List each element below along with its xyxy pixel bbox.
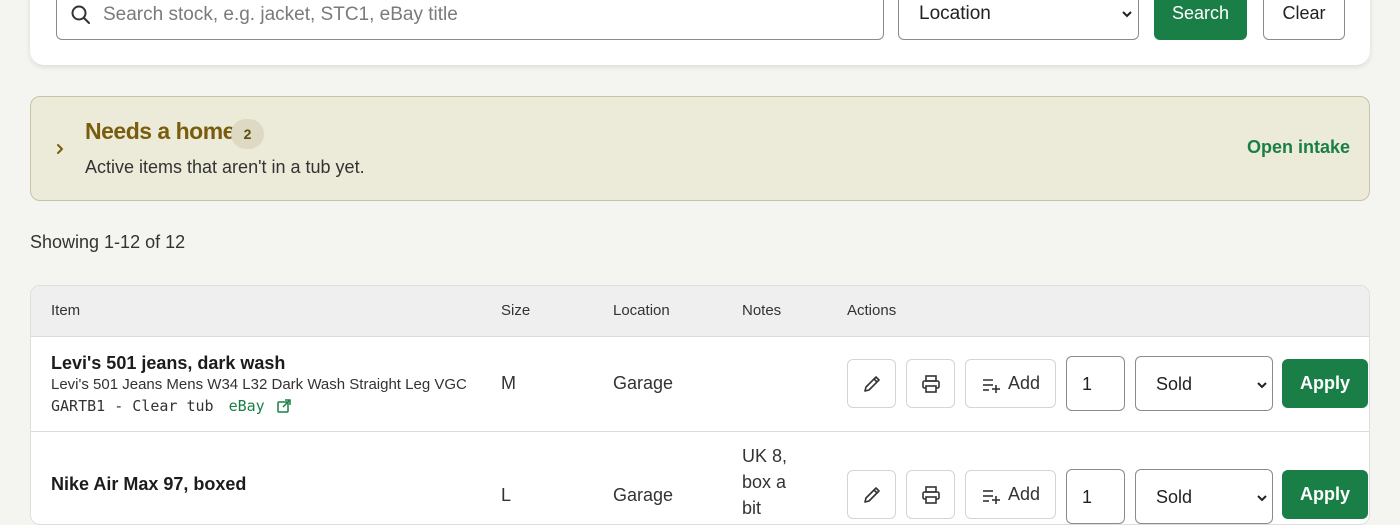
- search-icon: [71, 5, 90, 24]
- print-button[interactable]: [906, 359, 955, 408]
- table-row: Levi's 501 jeans, dark wash Levi's 501 J…: [31, 336, 1369, 432]
- add-to-list-button[interactable]: Add: [965, 359, 1056, 408]
- add-label: Add: [1008, 484, 1041, 504]
- chevron-down-icon: [1257, 382, 1267, 389]
- add-label: Add: [1008, 373, 1041, 393]
- item-title[interactable]: Levi's 501 jeans, dark wash: [51, 353, 285, 374]
- printer-icon: [921, 485, 940, 504]
- item-size: M: [501, 373, 516, 393]
- playlist-add-icon: [983, 490, 1000, 504]
- external-link-icon[interactable]: [277, 399, 291, 413]
- header-notes: Notes: [742, 302, 782, 319]
- edit-button[interactable]: [847, 359, 896, 408]
- quantity-value: 1: [1082, 374, 1093, 394]
- chevron-right-icon[interactable]: [53, 142, 67, 156]
- header-actions: Actions: [847, 302, 897, 319]
- item-title[interactable]: Nike Air Max 97, boxed: [51, 474, 246, 495]
- edit-button[interactable]: [847, 470, 896, 519]
- open-intake-link[interactable]: Open intake: [1247, 137, 1350, 158]
- ebay-link[interactable]: eBay: [229, 397, 265, 415]
- apply-button[interactable]: Apply: [1282, 470, 1368, 519]
- search-input-wrapper[interactable]: [56, 0, 884, 40]
- chevron-down-icon: [1122, 11, 1132, 18]
- location-select-value: Location: [919, 3, 991, 24]
- header-item: Item: [51, 302, 81, 319]
- header-location: Location: [613, 302, 670, 319]
- stock-table: Item Size Location Notes Actions Levi's …: [30, 285, 1370, 525]
- needs-home-panel: Needs a home 2 Active items that aren't …: [30, 96, 1370, 201]
- print-button[interactable]: [906, 470, 955, 519]
- status-value: Sold: [1156, 374, 1193, 394]
- chevron-down-icon: [1257, 495, 1267, 502]
- playlist-add-icon: [983, 379, 1000, 393]
- header-size: Size: [501, 302, 531, 319]
- status-select[interactable]: Sold: [1135, 356, 1273, 411]
- item-notes: UK 8, box a bit: [742, 446, 788, 518]
- quantity-input[interactable]: 1: [1066, 356, 1125, 411]
- search-button[interactable]: Search: [1154, 0, 1247, 40]
- quantity-value: 1: [1082, 487, 1093, 507]
- item-location-code: GARTB1 - Clear tub: [51, 397, 214, 415]
- item-location: Garage: [613, 373, 674, 393]
- results-count: Showing 1-12 of 12: [30, 232, 186, 252]
- item-ebay-title: Levi's 501 Jeans Mens W34 L32 Dark Wash …: [51, 376, 467, 393]
- needs-home-count-badge: 2: [231, 119, 264, 149]
- quantity-input[interactable]: 1: [1066, 469, 1125, 524]
- add-to-list-button[interactable]: Add: [965, 470, 1056, 519]
- apply-button[interactable]: Apply: [1282, 359, 1368, 408]
- needs-home-title[interactable]: Needs a home: [85, 118, 235, 145]
- needs-home-subtitle: Active items that aren't in a tub yet.: [85, 157, 365, 177]
- search-input[interactable]: [101, 0, 865, 31]
- location-select[interactable]: Location: [898, 0, 1139, 40]
- pencil-icon: [863, 375, 880, 392]
- item-meta: GARTB1 - Clear tub eBay: [51, 397, 291, 415]
- printer-icon: [921, 374, 940, 393]
- table-header: Item Size Location Notes Actions: [31, 286, 1369, 337]
- clear-button[interactable]: Clear: [1263, 0, 1345, 40]
- pencil-icon: [863, 486, 880, 503]
- status-value: Sold: [1156, 487, 1193, 507]
- table-row: Nike Air Max 97, boxed L Garage UK 8, bo…: [31, 432, 1369, 524]
- status-select[interactable]: Sold: [1135, 469, 1273, 524]
